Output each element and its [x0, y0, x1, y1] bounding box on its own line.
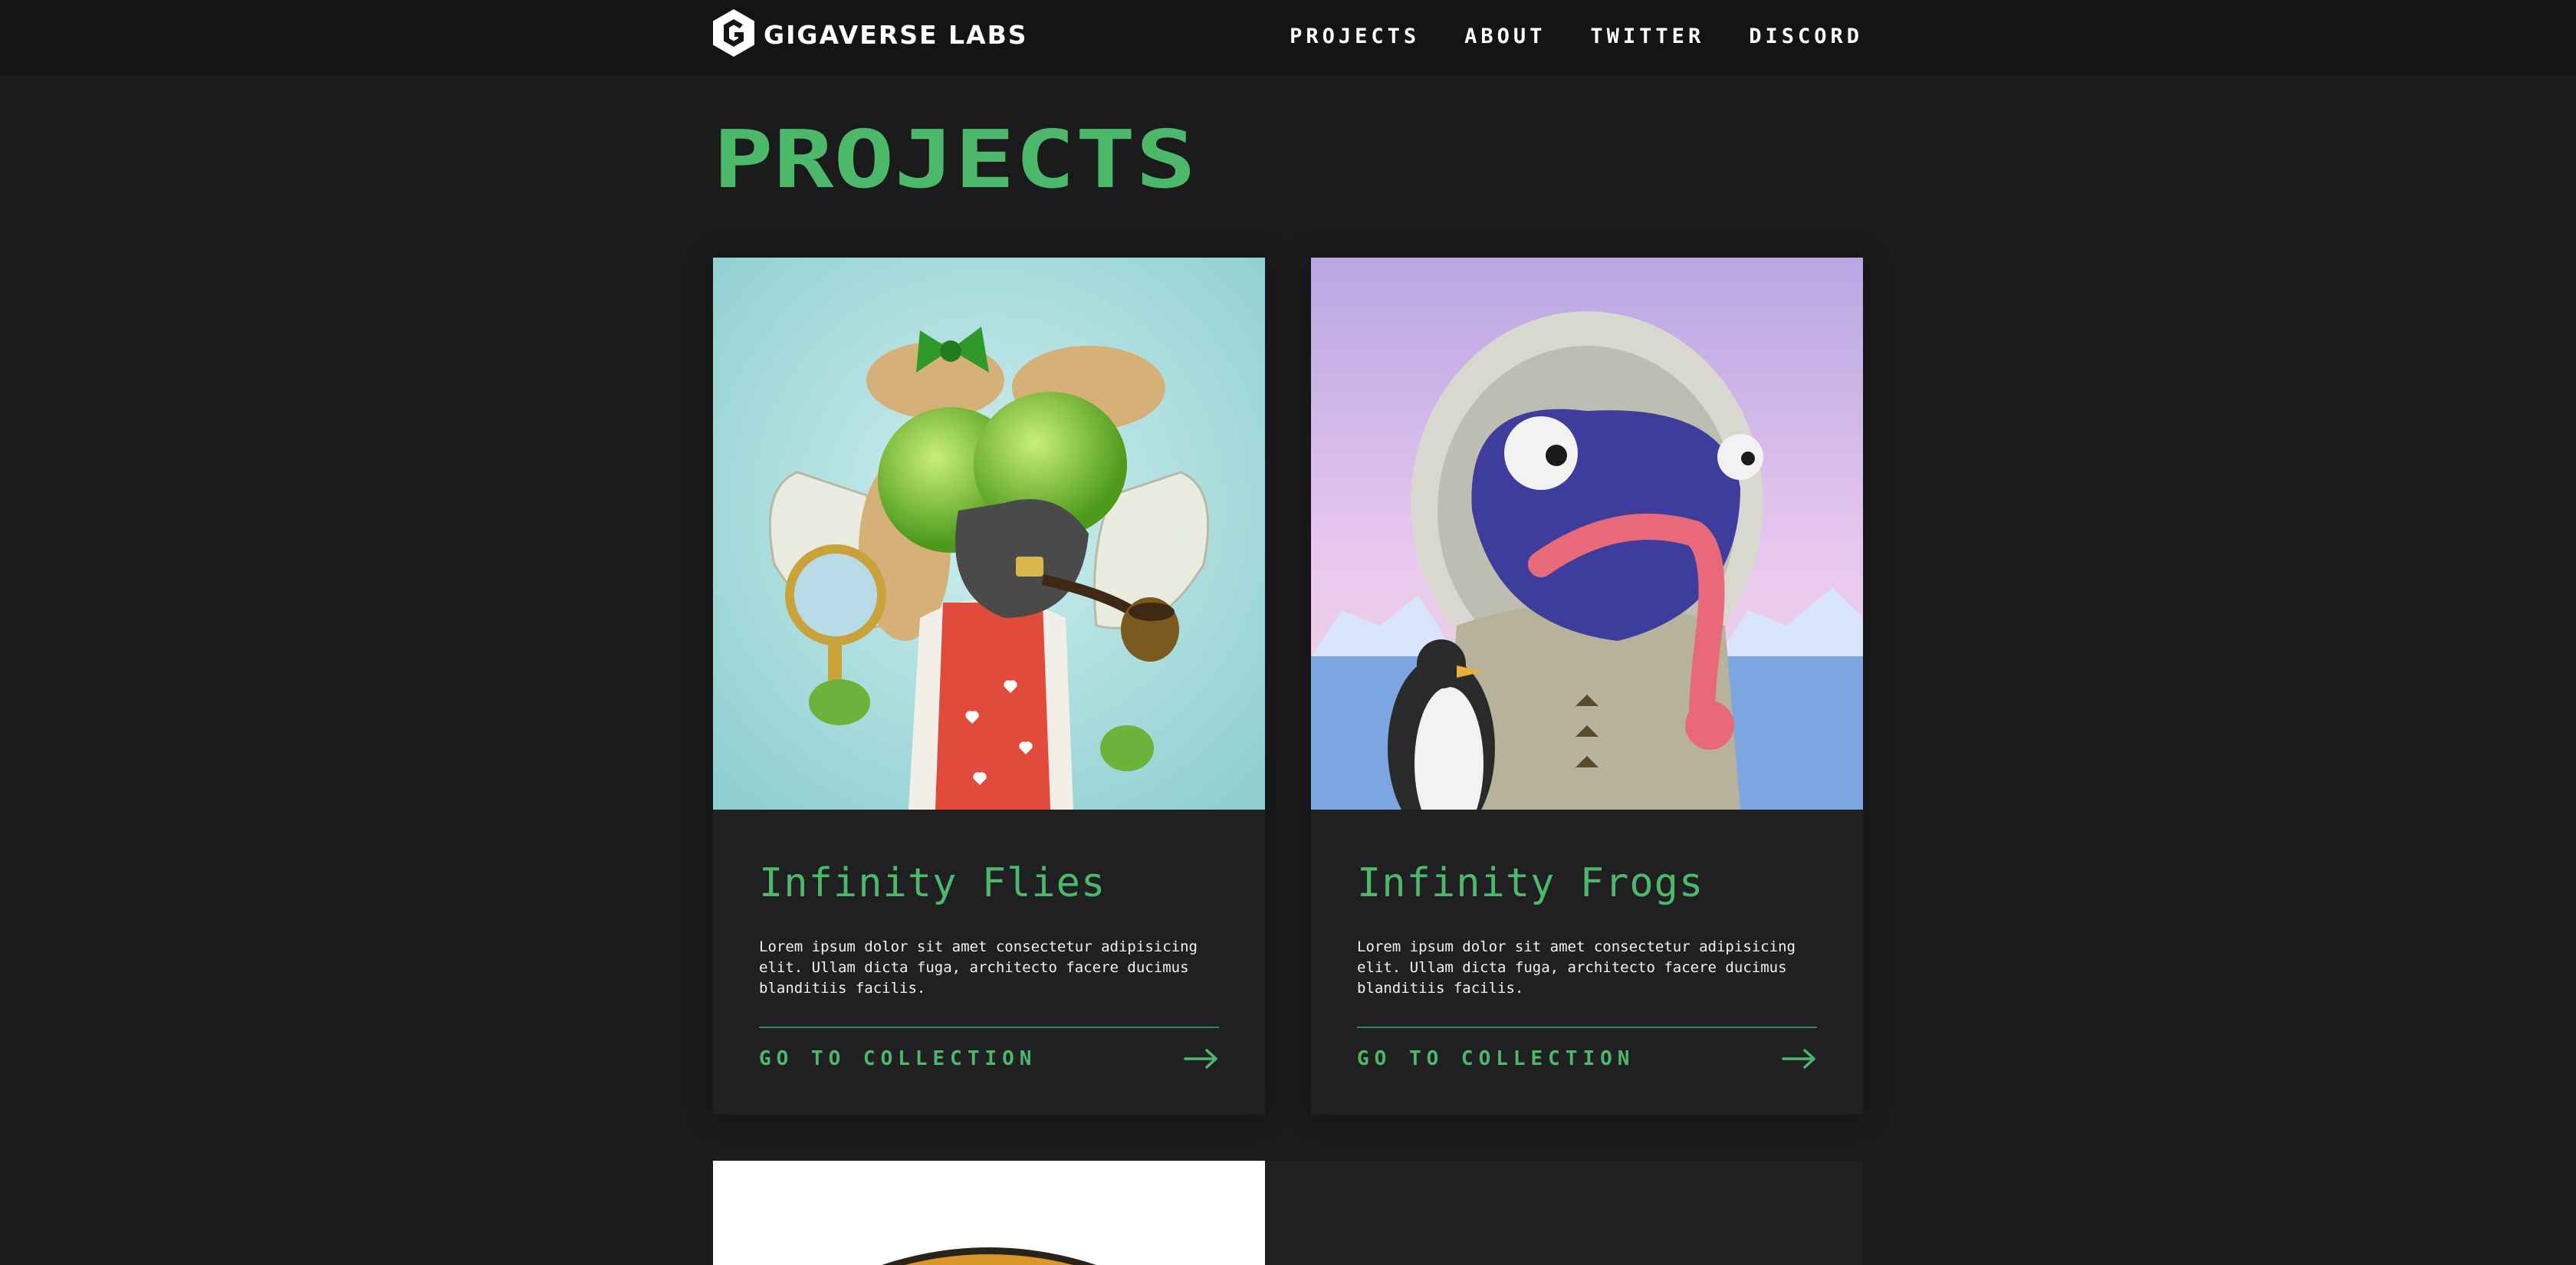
project-description: Lorem ipsum dolor sit amet consectetur a… [1357, 938, 1796, 997]
arrow-right-icon [1782, 1047, 1817, 1070]
brand-name: GIGAVERSE LABS [764, 19, 1028, 50]
top-navigation-bar: GIGAVERSE LABS PROJECTS ABOUT TWITTER DI… [0, 0, 2576, 75]
fly-character-art[interactable] [713, 258, 1265, 810]
nav-item-about[interactable]: ABOUT [1464, 25, 1546, 48]
project-card: Infinity Flies Lorem ipsum dolor sit ame… [713, 258, 1265, 1115]
project-title: Infinity Flies [759, 860, 1106, 906]
page-title: PROJECTS [713, 113, 1204, 206]
hexagon-g-logo-icon [713, 9, 754, 60]
nav-item-twitter[interactable]: TWITTER [1590, 25, 1704, 48]
arrow-right-icon [1184, 1047, 1219, 1070]
go-to-collection-link[interactable]: GO TO COLLECTION [759, 1040, 1219, 1078]
go-to-collection-link[interactable]: GO TO COLLECTION [1357, 1040, 1817, 1078]
nav-item-discord[interactable]: DISCORD [1749, 25, 1863, 48]
partial-project-art[interactable] [713, 1161, 1265, 1265]
partial-card [1265, 1161, 1863, 1265]
nav-item-projects[interactable]: PROJECTS [1290, 25, 1420, 48]
next-row [713, 1161, 1863, 1265]
frog-character-art[interactable] [1311, 258, 1863, 810]
divider [759, 1027, 1219, 1028]
main-nav: PROJECTS ABOUT TWITTER DISCORD [1290, 25, 1863, 48]
brand[interactable]: GIGAVERSE LABS [713, 9, 1028, 60]
page-title-text: PROJECTS [713, 127, 1196, 196]
project-title: Infinity Frogs [1357, 860, 1704, 906]
go-to-collection-label: GO TO COLLECTION [1357, 1047, 1635, 1070]
project-card: Infinity Frogs Lorem ipsum dolor sit ame… [1311, 258, 1863, 1115]
divider [1357, 1027, 1817, 1028]
go-to-collection-label: GO TO COLLECTION [759, 1047, 1037, 1070]
project-description: Lorem ipsum dolor sit amet consectetur a… [759, 938, 1198, 997]
